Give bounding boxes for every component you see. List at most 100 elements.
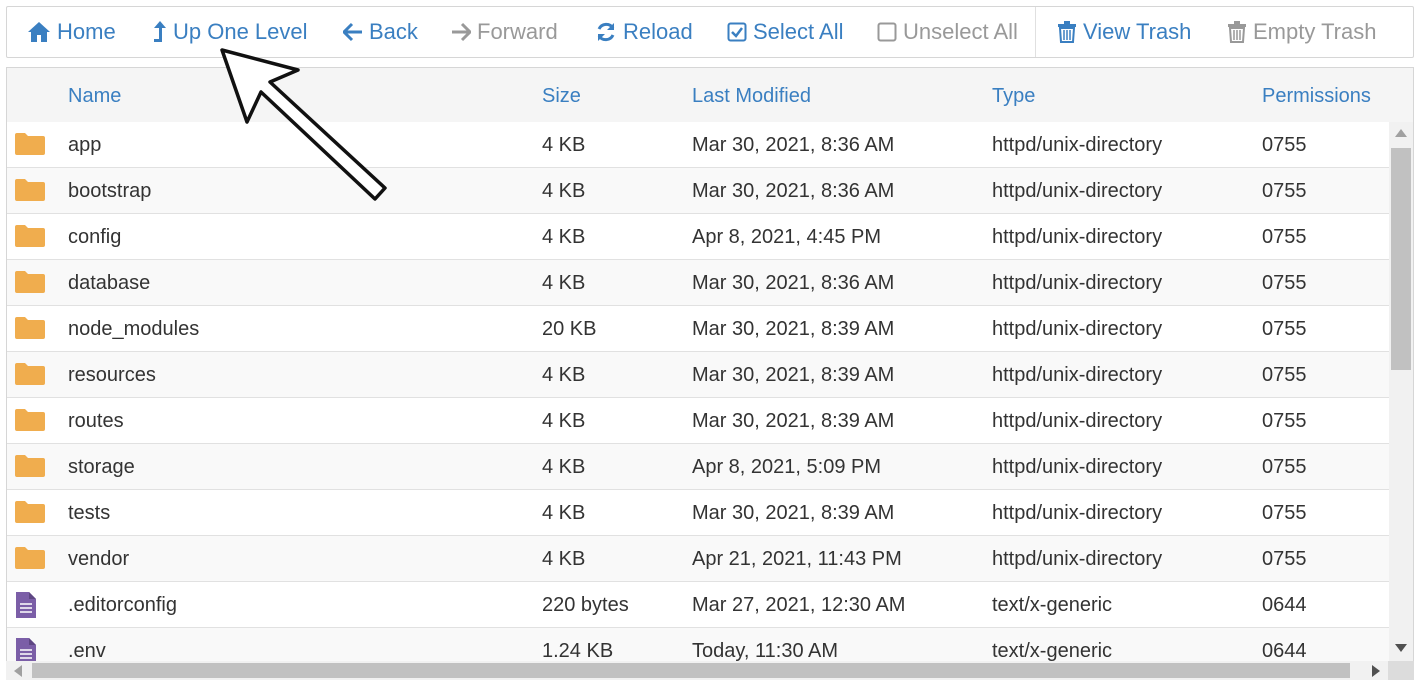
checked-box-icon	[727, 22, 747, 42]
file-permissions: 0755	[1262, 226, 1307, 248]
column-header-type[interactable]: Type	[992, 68, 1035, 122]
column-header-size[interactable]: Size	[542, 68, 581, 122]
scroll-up-arrow-icon[interactable]	[1395, 129, 1407, 137]
table-row[interactable]: database 4 KB Mar 30, 2021, 8:36 AM http…	[7, 260, 1389, 306]
folder-icon	[15, 271, 45, 293]
file-size: 4 KB	[542, 548, 586, 570]
file-permissions: 0644	[1262, 594, 1307, 616]
file-type: httpd/unix-directory	[992, 226, 1163, 248]
home-button[interactable]: Home	[27, 7, 116, 57]
file-name: database	[68, 272, 151, 294]
file-type: httpd/unix-directory	[992, 410, 1163, 432]
file-size: 4 KB	[542, 456, 586, 478]
file-size: 20 KB	[542, 318, 597, 340]
column-header-name[interactable]: Name	[68, 68, 121, 122]
file-type: httpd/unix-directory	[992, 548, 1163, 570]
folder-icon	[15, 409, 45, 431]
file-modified: Mar 30, 2021, 8:39 AM	[692, 410, 895, 432]
file-permissions: 0755	[1262, 456, 1307, 478]
table-row[interactable]: vendor 4 KB Apr 21, 2021, 11:43 PM httpd…	[7, 536, 1389, 582]
folder-icon	[15, 179, 45, 201]
file-modified: Mar 30, 2021, 8:36 AM	[692, 272, 895, 294]
arrow-left-icon	[343, 22, 362, 42]
file-permissions: 0755	[1262, 318, 1307, 340]
forward-button[interactable]: Forward	[451, 7, 558, 57]
file-name: resources	[68, 364, 156, 386]
file-modified: Apr 8, 2021, 4:45 PM	[692, 226, 882, 248]
file-permissions: 0755	[1262, 364, 1307, 386]
file-list-panel: Name Size Last Modified Type Permissions…	[6, 67, 1414, 680]
file-type: httpd/unix-directory	[992, 318, 1163, 340]
home-label: Home	[57, 19, 116, 44]
folder-icon	[15, 547, 45, 569]
file-name: node_modules	[68, 318, 200, 340]
trash-icon	[1058, 21, 1076, 43]
file-name: .editorconfig	[68, 594, 177, 616]
empty-trash-label: Empty Trash	[1253, 19, 1377, 44]
file-size: 4 KB	[542, 226, 586, 248]
file-icon	[16, 592, 36, 618]
file-size: 4 KB	[542, 364, 586, 386]
table-row[interactable]: node_modules 20 KB Mar 30, 2021, 8:39 AM…	[7, 306, 1389, 352]
unselect-all-button[interactable]: Unselect All	[877, 7, 1018, 57]
file-name: vendor	[68, 548, 130, 570]
folder-icon	[15, 501, 45, 523]
file-size: 4 KB	[542, 134, 586, 156]
file-modified: Mar 30, 2021, 8:39 AM	[692, 318, 895, 340]
up-one-level-button[interactable]: Up One Level	[153, 7, 308, 57]
refresh-icon	[597, 22, 615, 42]
table-row[interactable]: .editorconfig 220 bytes Mar 27, 2021, 12…	[7, 582, 1389, 628]
scroll-down-arrow-icon[interactable]	[1395, 644, 1407, 652]
file-name: storage	[68, 456, 135, 478]
file-name: routes	[68, 410, 124, 432]
file-modified: Apr 21, 2021, 11:43 PM	[692, 548, 902, 570]
column-header-last-modified[interactable]: Last Modified	[692, 68, 811, 122]
file-size: 4 KB	[542, 272, 586, 294]
file-size: 220 bytes	[542, 594, 629, 616]
folder-icon	[15, 225, 45, 247]
file-modified: Mar 27, 2021, 12:30 AM	[692, 594, 906, 616]
select-all-label: Select All	[753, 19, 844, 44]
empty-trash-button[interactable]: Empty Trash	[1227, 7, 1376, 57]
folder-icon	[15, 363, 45, 385]
file-size: 4 KB	[542, 410, 586, 432]
file-table-body: app 4 KB Mar 30, 2021, 8:36 AM httpd/uni…	[7, 122, 1389, 674]
horizontal-scrollbar[interactable]	[6, 661, 1388, 680]
table-row[interactable]: routes 4 KB Mar 30, 2021, 8:39 AM httpd/…	[7, 398, 1389, 444]
view-trash-label: View Trash	[1083, 19, 1192, 44]
file-type: httpd/unix-directory	[992, 272, 1163, 294]
scroll-right-arrow-icon[interactable]	[1372, 665, 1380, 677]
empty-checkbox-icon	[877, 22, 897, 42]
file-permissions: 0755	[1262, 272, 1307, 294]
file-permissions: 0755	[1262, 548, 1307, 570]
column-header-permissions[interactable]: Permissions	[1262, 68, 1371, 122]
file-size: 4 KB	[542, 180, 586, 202]
table-row[interactable]: storage 4 KB Apr 8, 2021, 5:09 PM httpd/…	[7, 444, 1389, 490]
back-button[interactable]: Back	[343, 7, 418, 57]
select-all-button[interactable]: Select All	[727, 7, 844, 57]
toolbar-divider	[1035, 7, 1036, 57]
scrollbar-corner	[1388, 661, 1414, 680]
table-row[interactable]: app 4 KB Mar 30, 2021, 8:36 AM httpd/uni…	[7, 122, 1389, 168]
reload-button[interactable]: Reload	[595, 7, 693, 57]
scroll-left-arrow-icon[interactable]	[14, 665, 22, 677]
file-name: tests	[68, 502, 111, 524]
folder-icon	[15, 455, 45, 477]
table-row[interactable]: bootstrap 4 KB Mar 30, 2021, 8:36 AM htt…	[7, 168, 1389, 214]
file-permissions: 0755	[1262, 180, 1307, 202]
unselect-all-label: Unselect All	[903, 19, 1018, 44]
file-manager-toolbar: Home Up One Level Back Forward Reload Se…	[6, 6, 1414, 58]
horizontal-scroll-thumb[interactable]	[32, 663, 1350, 678]
home-icon	[28, 22, 50, 42]
vertical-scroll-thumb[interactable]	[1391, 148, 1411, 370]
view-trash-button[interactable]: View Trash	[1057, 7, 1191, 57]
folder-icon	[15, 317, 45, 339]
table-row[interactable]: resources 4 KB Mar 30, 2021, 8:39 AM htt…	[7, 352, 1389, 398]
vertical-scrollbar[interactable]	[1389, 122, 1413, 663]
table-row[interactable]: tests 4 KB Mar 30, 2021, 8:39 AM httpd/u…	[7, 490, 1389, 536]
up-one-level-label: Up One Level	[173, 19, 308, 44]
reload-label: Reload	[623, 19, 693, 44]
file-name: bootstrap	[68, 180, 152, 202]
trash-icon	[1228, 21, 1246, 43]
table-row[interactable]: config 4 KB Apr 8, 2021, 4:45 PM httpd/u…	[7, 214, 1389, 260]
